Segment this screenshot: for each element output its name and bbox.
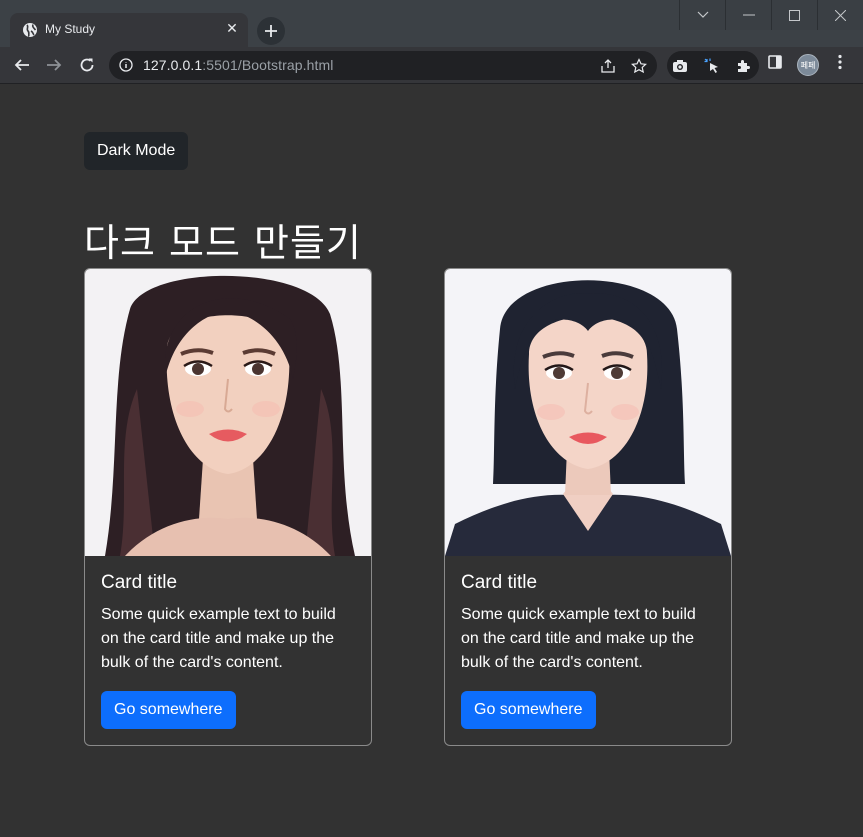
card-title: Card title	[461, 572, 538, 593]
portrait-long-hair	[85, 269, 371, 556]
plus-icon	[265, 25, 277, 37]
url-host: 127.0.0.1	[143, 57, 203, 73]
minimize-icon	[742, 14, 755, 16]
portrait-short-hair	[445, 269, 731, 556]
tab-title: My Study	[45, 22, 96, 36]
card-text: Some quick example text to build on the …	[461, 606, 696, 671]
forward-button[interactable]	[43, 54, 65, 76]
back-button[interactable]	[11, 54, 33, 76]
puzzle-icon[interactable]	[735, 57, 753, 75]
maximize-icon	[789, 9, 800, 21]
cursor-click-icon[interactable]	[703, 57, 721, 75]
new-tab-button[interactable]	[257, 17, 285, 45]
card-body: Card title Some quick example text to bu…	[101, 572, 357, 675]
profile-avatar[interactable]: 페페	[797, 54, 819, 76]
url-path: :5501/Bootstrap.html	[202, 57, 334, 73]
browser-tab[interactable]: My Study ✕	[10, 13, 248, 47]
url-text: 127.0.0.1:5501/Bootstrap.html	[143, 57, 333, 73]
browser-titlebar: My Study ✕	[0, 0, 863, 47]
camera-icon[interactable]	[671, 57, 689, 75]
share-icon[interactable]	[599, 57, 617, 75]
page-content: Dark Mode 다크 모드 만들기 Card title Some quic…	[0, 84, 863, 837]
globe-icon	[23, 23, 37, 37]
tab-close-icon[interactable]: ✕	[224, 21, 240, 37]
card: Card title Some quick example text to bu…	[84, 268, 372, 746]
maximize-button[interactable]	[771, 0, 817, 30]
go-somewhere-button[interactable]: Go somewhere	[461, 691, 596, 729]
side-panel-icon[interactable]	[766, 53, 784, 71]
chevron-down-icon	[697, 11, 708, 18]
extensions-group	[667, 51, 759, 80]
tab-search-button[interactable]	[679, 0, 725, 30]
address-bar[interactable]: 127.0.0.1:5501/Bootstrap.html	[109, 51, 657, 80]
arrow-right-icon	[47, 59, 62, 71]
reload-button[interactable]	[76, 54, 98, 76]
card-text: Some quick example text to build on the …	[101, 606, 336, 671]
go-somewhere-button[interactable]: Go somewhere	[101, 691, 236, 729]
card-image	[85, 269, 371, 556]
close-icon	[835, 9, 846, 21]
close-window-button[interactable]	[817, 0, 863, 30]
page-heading: 다크 모드 만들기	[84, 221, 362, 265]
arrow-left-icon	[14, 59, 29, 71]
minimize-button[interactable]	[725, 0, 771, 30]
card-image	[445, 269, 731, 556]
reload-icon	[80, 58, 94, 72]
star-icon[interactable]	[630, 57, 648, 75]
info-icon[interactable]	[119, 58, 133, 72]
card: Card title Some quick example text to bu…	[444, 268, 732, 746]
card-title: Card title	[101, 572, 178, 593]
more-menu-icon[interactable]	[831, 53, 849, 71]
card-body: Card title Some quick example text to bu…	[461, 572, 717, 675]
browser-toolbar: 127.0.0.1:5501/Bootstrap.html 페페	[0, 47, 863, 84]
dark-mode-button[interactable]: Dark Mode	[84, 132, 189, 170]
window-controls	[679, 0, 863, 30]
